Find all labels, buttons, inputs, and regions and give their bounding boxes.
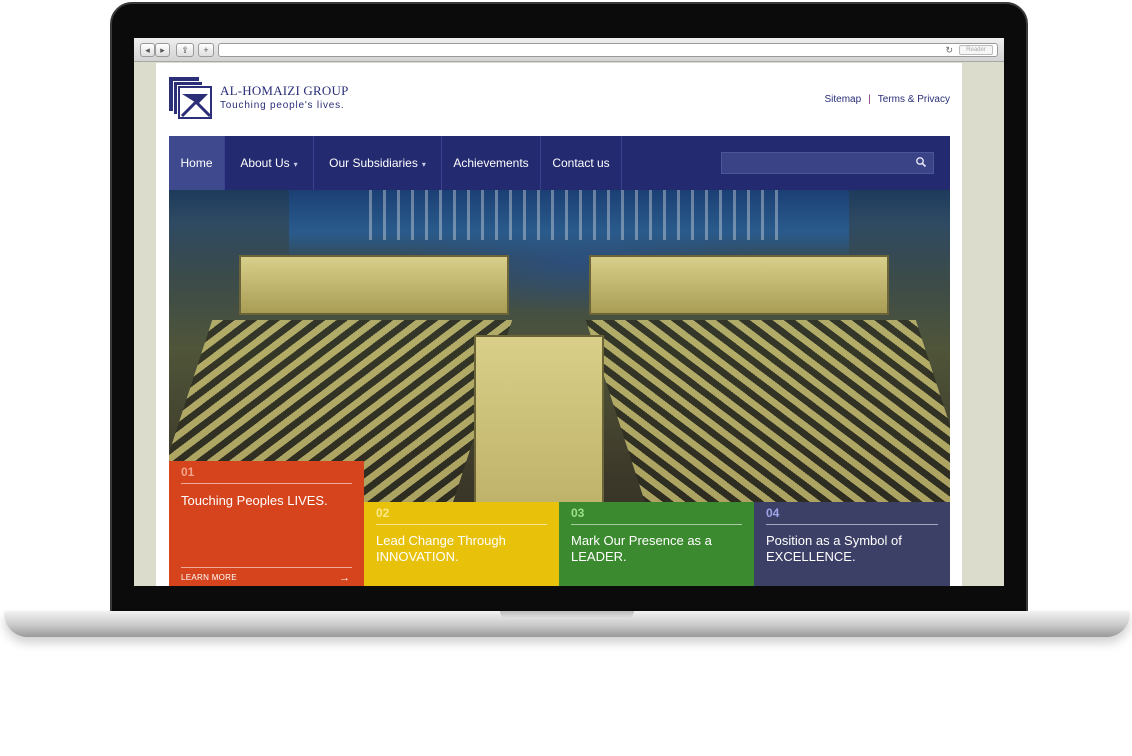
learn-more-link[interactable]: LEARN MORE xyxy=(181,573,237,582)
tile-divider xyxy=(181,567,352,568)
nav-about-us-label: About Us xyxy=(240,156,290,170)
link-separator: | xyxy=(868,94,871,105)
tile-number: 02 xyxy=(376,506,390,520)
brand-name: AL-HOMAIZI GROUP xyxy=(220,83,349,98)
new-tab-button[interactable]: + xyxy=(198,43,214,57)
feature-tile-2[interactable]: 02 Lead Change Through INNOVATION. xyxy=(364,502,559,586)
reader-button[interactable]: Reader xyxy=(959,45,993,55)
hero-marina xyxy=(369,190,789,240)
address-bar[interactable]: ↻ Reader xyxy=(218,43,998,57)
forward-button[interactable]: ▸ xyxy=(155,43,170,57)
feature-tile-1[interactable]: 01 Touching Peoples LIVES. LEARN MORE → xyxy=(169,461,364,586)
hero-building-left xyxy=(239,255,509,315)
tile-divider xyxy=(571,524,742,525)
utility-links: Sitemap | Terms & Privacy xyxy=(824,94,950,105)
laptop-notch xyxy=(500,611,634,619)
tile-divider xyxy=(181,483,352,484)
nav-achievements-label: Achievements xyxy=(453,156,529,170)
terms-privacy-link[interactable]: Terms & Privacy xyxy=(878,94,950,105)
nav-about-us[interactable]: About Us ▾ xyxy=(225,136,314,190)
tile-number: 01 xyxy=(181,465,195,479)
tile-divider xyxy=(766,524,938,525)
feature-tile-4[interactable]: 04 Position as a Symbol of EXCELLENCE. xyxy=(754,502,950,586)
hero-image: 01 Touching Peoples LIVES. LEARN MORE → … xyxy=(169,190,950,586)
share-button[interactable]: ⇪ xyxy=(176,43,194,57)
back-button[interactable]: ◂ xyxy=(140,43,155,57)
tile-number: 04 xyxy=(766,506,780,520)
tile-divider xyxy=(376,524,547,525)
arrow-right-icon[interactable]: → xyxy=(339,572,350,584)
hero-building-right xyxy=(589,255,889,315)
chevron-down-icon: ▾ xyxy=(293,160,298,169)
tile-text: Touching Peoples LIVES. xyxy=(181,493,328,508)
nav-our-subsidiaries-label: Our Subsidiaries xyxy=(329,156,418,170)
search-input[interactable] xyxy=(721,152,934,174)
tagline: Touching people's lives. xyxy=(220,100,345,111)
feature-tile-3[interactable]: 03 Mark Our Presence as a LEADER. xyxy=(559,502,754,586)
tile-text: Lead Change Through INNOVATION. xyxy=(376,533,506,564)
browser-toolbar: ◂ ▸ ⇪ + ↻ Reader xyxy=(134,38,1004,62)
tile-number: 03 xyxy=(571,506,585,520)
nav-achievements[interactable]: Achievements xyxy=(442,136,541,190)
browser-window: ◂ ▸ ⇪ + ↻ Reader AL-HOMAIZI GROUP Touchi… xyxy=(134,38,1004,586)
nav-our-subsidiaries[interactable]: Our Subsidiaries ▾ xyxy=(314,136,442,190)
nav-contact-us[interactable]: Contact us xyxy=(541,136,622,190)
main-nav: Home About Us ▾ Our Subsidiaries ▾ Achieve… xyxy=(169,136,950,190)
nav-home-label: Home xyxy=(180,156,213,170)
nav-contact-us-label: Contact us xyxy=(552,156,610,170)
logo-mark xyxy=(169,77,212,119)
tile-text: Mark Our Presence as a LEADER. xyxy=(571,533,712,564)
chevron-down-icon: ▾ xyxy=(421,160,426,169)
reload-icon[interactable]: ↻ xyxy=(945,44,953,56)
sitemap-link[interactable]: Sitemap xyxy=(824,94,861,105)
tile-text: Position as a Symbol of EXCELLENCE. xyxy=(766,533,902,564)
web-page: AL-HOMAIZI GROUP Touching people's lives… xyxy=(156,63,962,586)
search-icon[interactable] xyxy=(915,156,927,168)
nav-home[interactable]: Home xyxy=(169,136,225,190)
